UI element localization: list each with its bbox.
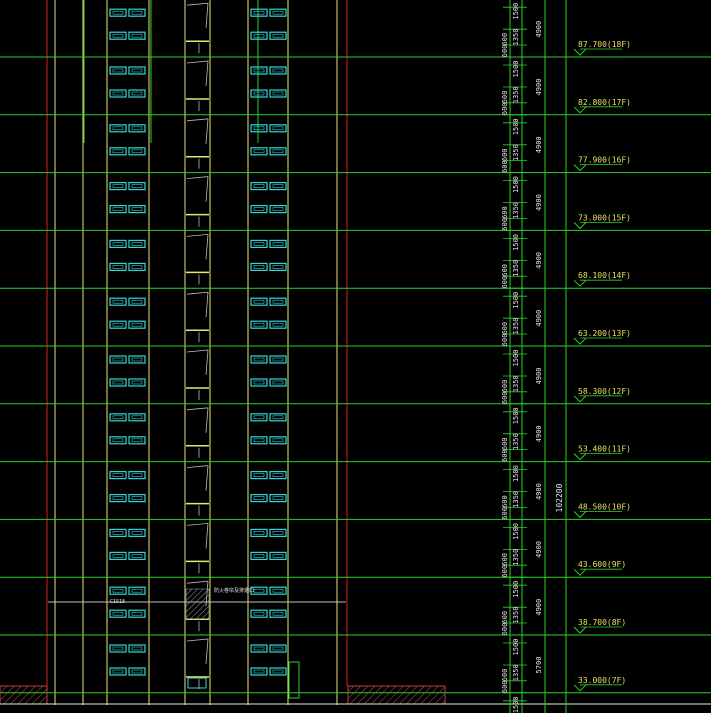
dim-label-600: 600 xyxy=(501,45,509,58)
dim-label-story: 4900 xyxy=(535,21,543,38)
dim-label-story: 4900 xyxy=(535,194,543,211)
dim-label-1350: 1350 xyxy=(512,664,520,681)
total-height-dim: 102200 xyxy=(555,483,564,512)
dim-label-1500: 1500 xyxy=(512,350,520,367)
dim-label-600: 600 xyxy=(501,449,509,462)
dim-label-1350: 1350 xyxy=(512,260,520,277)
window-tag: C1518 xyxy=(110,599,125,605)
dim-label-1350: 1350 xyxy=(512,318,520,335)
dim-label-600: 600 xyxy=(501,565,509,578)
dim-label-600: 600 xyxy=(501,495,509,508)
dim-label-1500: 1500 xyxy=(512,523,520,540)
hatch-area xyxy=(185,588,210,620)
dim-label-story: 5700 xyxy=(535,657,543,674)
dim-label-1500: 1500 xyxy=(512,581,520,598)
dim-label-600: 600 xyxy=(501,218,509,231)
dim-label-1350: 1350 xyxy=(512,86,520,103)
level-label: 63.200(13F) xyxy=(578,329,631,338)
level-label: 33.000(7F) xyxy=(578,676,626,685)
dim-label-story: 4900 xyxy=(535,599,543,616)
level-label: 58.300(12F) xyxy=(578,387,631,396)
dim-label-1350: 1350 xyxy=(512,491,520,508)
dim-label-story: 4900 xyxy=(535,136,543,153)
level-label: 68.100(14F) xyxy=(578,271,631,280)
dim-label-600: 600 xyxy=(501,91,509,104)
dim-label-story: 4900 xyxy=(535,541,543,558)
dim-label-600: 600 xyxy=(501,160,509,173)
dim-label-1350: 1350 xyxy=(512,202,520,219)
dim-label-story: 4900 xyxy=(535,79,543,96)
dim-label-story: 4900 xyxy=(535,368,543,385)
dim-label-600: 600 xyxy=(501,437,509,450)
dim-label-600: 600 xyxy=(501,669,509,682)
dim-label-1500: 1500 xyxy=(512,3,520,20)
level-label: 77.900(16F) xyxy=(578,156,631,165)
dim-label-1500: 1500 xyxy=(512,696,520,713)
dim-label-1350: 1350 xyxy=(512,549,520,566)
dim-label-1500: 1500 xyxy=(512,465,520,482)
dim-label-600: 600 xyxy=(501,680,509,693)
dim-label-story: 4900 xyxy=(535,310,543,327)
stair-note: 防火卷帘及排烟口 xyxy=(214,587,254,594)
dim-label-story: 4900 xyxy=(535,483,543,500)
level-label: 73.000(15F) xyxy=(578,213,631,222)
level-label: 48.500(10F) xyxy=(578,502,631,511)
cad-elevation-viewport[interactable]: 防火卷帘及排烟口 C1518 102200 600600135015004900… xyxy=(0,0,711,713)
dim-label-600: 600 xyxy=(501,507,509,520)
ground-hatch-right xyxy=(347,685,446,705)
ground-hatch-left xyxy=(0,685,48,705)
dim-label-1500: 1500 xyxy=(512,292,520,309)
dim-label-600: 600 xyxy=(501,553,509,566)
level-label: 53.400(11F) xyxy=(578,445,631,454)
dim-label-1500: 1500 xyxy=(512,234,520,251)
dim-label-600: 600 xyxy=(501,102,509,115)
dim-label-600: 600 xyxy=(501,623,509,636)
dim-label-1500: 1500 xyxy=(512,118,520,135)
dim-label-600: 600 xyxy=(501,380,509,393)
dim-label-story: 4900 xyxy=(535,425,543,442)
dim-label-1350: 1350 xyxy=(512,375,520,392)
dim-label-600: 600 xyxy=(501,322,509,335)
dim-label-600: 600 xyxy=(501,264,509,277)
dim-label-1500: 1500 xyxy=(512,407,520,424)
level-label: 87.700(18F) xyxy=(578,40,631,49)
dim-label-600: 600 xyxy=(501,391,509,404)
dim-label-600: 600 xyxy=(501,148,509,161)
dim-label-600: 600 xyxy=(501,276,509,289)
level-label: 82.800(17F) xyxy=(578,98,631,107)
dim-label-1350: 1350 xyxy=(512,607,520,624)
dim-label-600: 600 xyxy=(501,334,509,347)
level-label: 38.700(8F) xyxy=(578,618,626,627)
dim-label-600: 600 xyxy=(501,33,509,46)
dim-label-story: 4900 xyxy=(535,252,543,269)
dim-label-1350: 1350 xyxy=(512,29,520,46)
dim-label-600: 600 xyxy=(501,206,509,219)
level-label: 43.600(9F) xyxy=(578,560,626,569)
dim-label-1350: 1350 xyxy=(512,433,520,450)
dim-label-600: 600 xyxy=(501,611,509,624)
dim-label-1350: 1350 xyxy=(512,144,520,161)
dim-label-1500: 1500 xyxy=(512,176,520,193)
dim-label-1500: 1500 xyxy=(512,639,520,656)
dim-label-1500: 1500 xyxy=(512,61,520,78)
